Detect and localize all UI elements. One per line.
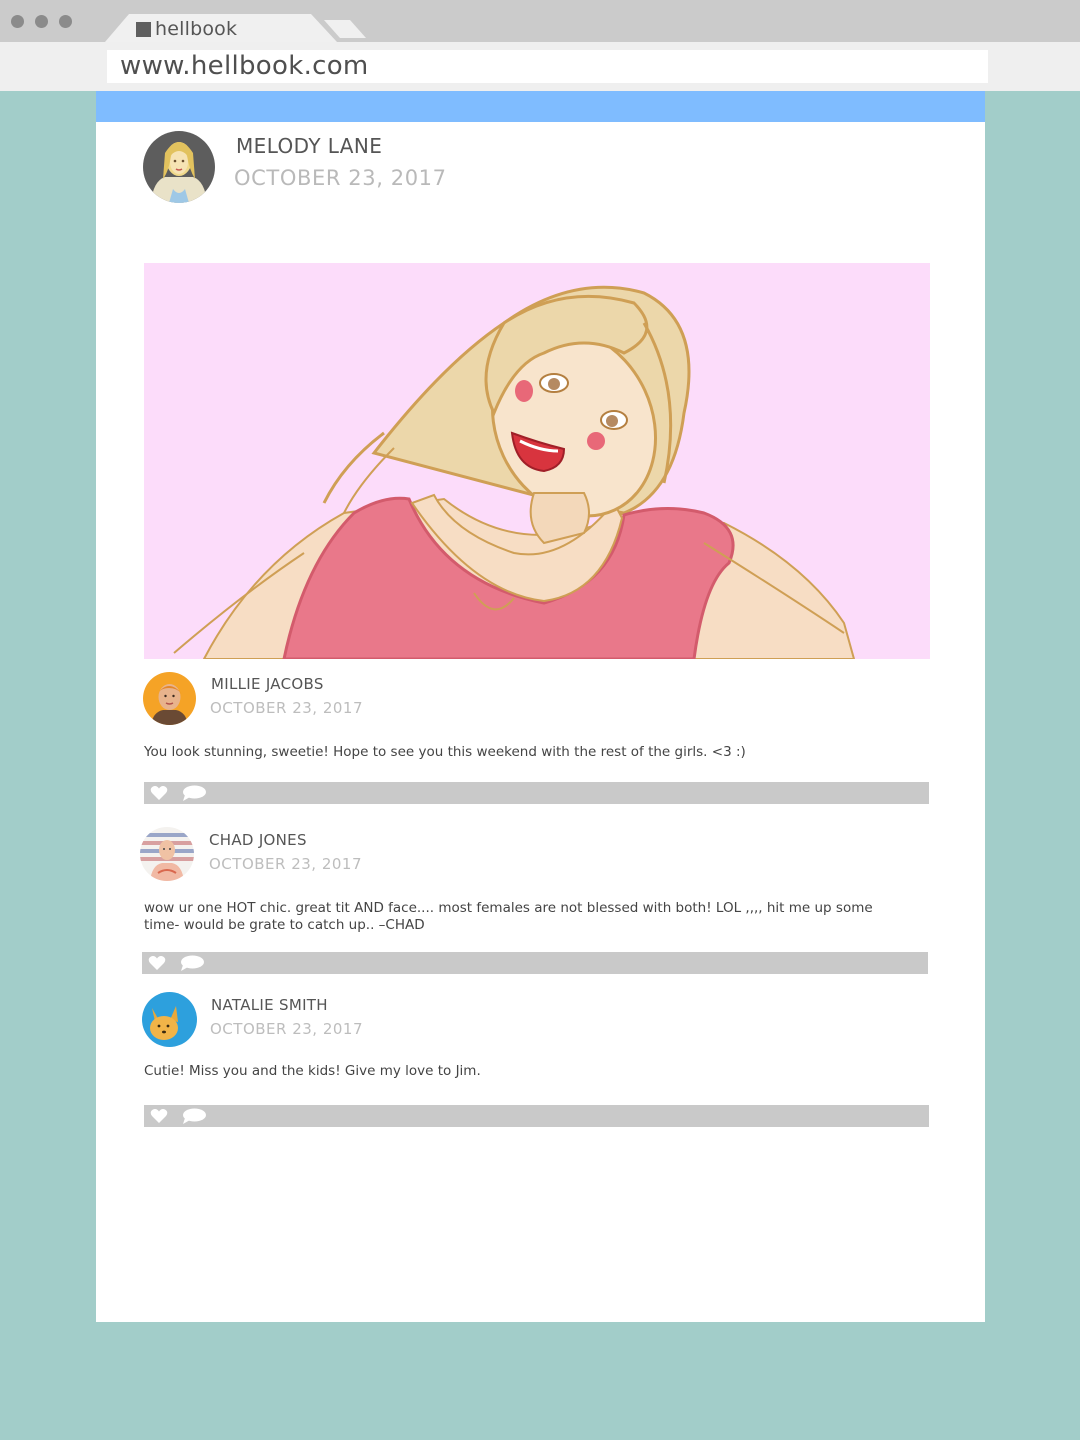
comment-action-bar (142, 952, 928, 974)
commenter-name[interactable]: MILLIE JACOBS (211, 675, 324, 693)
minimize-window-button[interactable] (35, 15, 48, 28)
favicon-icon (136, 22, 151, 37)
comment-icon[interactable] (179, 955, 205, 971)
commenter-avatar[interactable] (140, 827, 194, 881)
heart-icon[interactable] (150, 785, 168, 801)
comment-text: wow ur one HOT chic. great tit AND face.… (144, 900, 873, 916)
post-photo[interactable] (144, 263, 930, 659)
poster-name[interactable]: MELODY LANE (236, 134, 382, 158)
tab-title: hellbook (155, 18, 238, 40)
heart-icon[interactable] (150, 1108, 168, 1124)
header-bar (96, 91, 985, 122)
comment-icon[interactable] (181, 785, 207, 801)
poster-avatar[interactable] (143, 131, 215, 203)
comment-icon[interactable] (181, 1108, 207, 1124)
maximize-window-button[interactable] (59, 15, 72, 28)
url-text: www.hellbook.com (120, 51, 369, 81)
comment-text: You look stunning, sweetie! Hope to see … (144, 744, 746, 760)
commenter-avatar[interactable] (143, 672, 196, 725)
comment-action-bar (144, 782, 929, 804)
comment-date: OCTOBER 23, 2017 (210, 1020, 364, 1038)
post-date: OCTOBER 23, 2017 (234, 166, 447, 190)
commenter-name[interactable]: NATALIE SMITH (211, 996, 328, 1014)
heart-icon[interactable] (148, 955, 166, 971)
comment-text: Cutie! Miss you and the kids! Give my lo… (144, 1063, 481, 1079)
close-window-button[interactable] (11, 15, 24, 28)
commenter-name[interactable]: CHAD JONES (209, 831, 307, 849)
comment-action-bar (144, 1105, 929, 1127)
comment-text-line2: time- would be grate to catch up.. –CHAD (144, 917, 425, 933)
comment-date: OCTOBER 23, 2017 (210, 699, 364, 717)
comment-date: OCTOBER 23, 2017 (209, 855, 363, 873)
commenter-avatar[interactable] (142, 992, 197, 1047)
